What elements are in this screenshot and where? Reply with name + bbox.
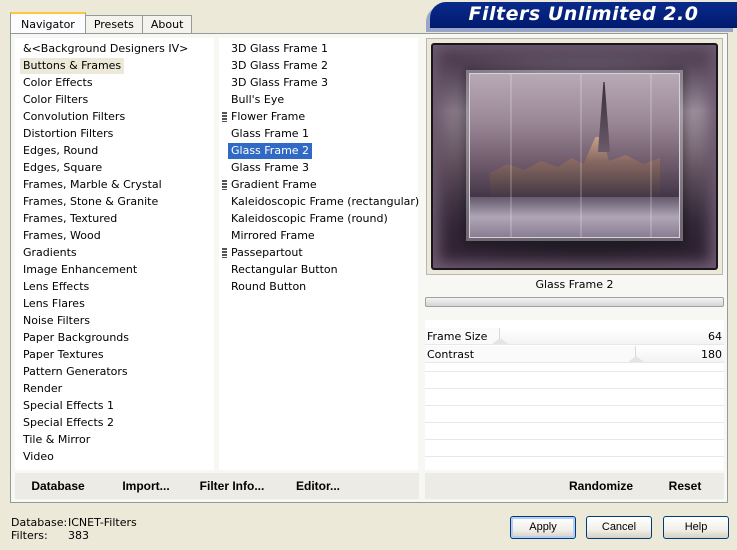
parameter-command-bar: Randomize Reset: [425, 473, 724, 499]
slider-divider: [425, 439, 724, 440]
parameter-sliders: Frame Size 64 Contrast 180: [425, 320, 724, 470]
filter-item[interactable]: 3D Glass Frame 3: [228, 75, 331, 91]
filter-list[interactable]: 3D Glass Frame 1 3D Glass Frame 2 3D Glass…: [219, 38, 419, 470]
category-item[interactable]: Color Effects: [20, 75, 96, 91]
category-item[interactable]: Convolution Filters: [20, 109, 128, 125]
category-item[interactable]: Image Enhancement: [20, 262, 140, 278]
category-item[interactable]: Edges, Round: [20, 143, 101, 159]
slider-label: Frame Size: [427, 330, 488, 343]
filter-item[interactable]: Gradient Frame: [228, 177, 320, 193]
category-item[interactable]: &<Background Designers IV>: [20, 41, 191, 57]
slider-value: 64: [708, 330, 722, 343]
category-item[interactable]: Frames, Textured: [20, 211, 120, 227]
database-label: Database:: [11, 516, 68, 529]
slider-label: Contrast: [427, 348, 475, 361]
category-item[interactable]: Frames, Stone & Granite: [20, 194, 161, 210]
filters-count-value: 383: [68, 529, 89, 542]
category-item[interactable]: Special Effects 2: [20, 415, 117, 431]
filter-item[interactable]: Kaleidoscopic Frame (round): [228, 211, 391, 227]
import-button[interactable]: Import...: [113, 473, 179, 499]
filter-item[interactable]: Rectangular Button: [228, 262, 341, 278]
filter-item[interactable]: 3D Glass Frame 1: [228, 41, 331, 57]
preview-image: [431, 43, 718, 270]
category-list[interactable]: &<Background Designers IV> Buttons & Fram…: [15, 38, 214, 470]
progress-bar: [425, 297, 724, 307]
reset-button[interactable]: Reset: [661, 473, 709, 499]
category-item[interactable]: Render: [20, 381, 65, 397]
preview-glass-overlay: [470, 74, 679, 237]
tab-navigator[interactable]: Navigator: [10, 12, 86, 34]
slider-thumb[interactable]: [628, 356, 644, 362]
filter-item[interactable]: Bull's Eye: [228, 92, 287, 108]
cancel-button[interactable]: Cancel: [586, 516, 652, 539]
tab-bar: Navigator Presets About: [10, 12, 193, 34]
app-title-banner: Filters Unlimited 2.0: [430, 2, 737, 28]
slider-divider: [425, 371, 724, 372]
preview-caption: Glass Frame 2: [535, 278, 614, 291]
category-item[interactable]: Special Effects 1: [20, 398, 117, 414]
param-slider[interactable]: Frame Size 64: [425, 328, 724, 345]
category-item[interactable]: Color Filters: [20, 92, 91, 108]
editor-button[interactable]: Editor...: [290, 473, 346, 499]
preview-area: [426, 38, 723, 275]
help-button[interactable]: Help: [663, 516, 729, 539]
filter-item[interactable]: Kaleidoscopic Frame (rectangular): [228, 194, 422, 210]
command-bar: Database Import... Filter Info... Editor…: [15, 473, 419, 499]
category-item[interactable]: Gradients: [20, 245, 80, 261]
filter-group-marker-icon: [222, 248, 227, 258]
category-item[interactable]: Noise Filters: [20, 313, 93, 329]
slider-thumb[interactable]: [492, 338, 508, 344]
randomize-button[interactable]: Randomize: [563, 473, 639, 499]
category-item[interactable]: Lens Effects: [20, 279, 92, 295]
category-item[interactable]: Video: [20, 449, 57, 465]
slider-divider: [425, 388, 724, 389]
filter-item[interactable]: Glass Frame 2: [228, 143, 313, 159]
filter-item[interactable]: Mirrored Frame: [228, 228, 318, 244]
category-item[interactable]: Distortion Filters: [20, 126, 116, 142]
category-item[interactable]: Pattern Generators: [20, 364, 131, 380]
filter-item[interactable]: Glass Frame 1: [228, 126, 312, 142]
category-item[interactable]: Lens Flares: [20, 296, 88, 312]
database-button[interactable]: Database: [23, 473, 93, 499]
category-item[interactable]: Tile & Mirror: [20, 432, 93, 448]
apply-button[interactable]: Apply: [510, 516, 576, 539]
preview-photo: [469, 73, 680, 238]
category-item[interactable]: Edges, Square: [20, 160, 105, 176]
filter-item[interactable]: Passepartout: [228, 245, 306, 261]
tab-presets[interactable]: Presets: [84, 15, 143, 34]
slider-divider: [425, 456, 724, 457]
filters-count-label: Filters:: [11, 529, 48, 542]
filter-info-button[interactable]: Filter Info...: [197, 473, 267, 499]
category-item[interactable]: Buttons & Frames: [20, 58, 125, 74]
filter-item[interactable]: Glass Frame 3: [228, 160, 312, 176]
category-item[interactable]: Frames, Wood: [20, 228, 104, 244]
slider-value: 180: [701, 348, 722, 361]
filter-item[interactable]: Round Button: [228, 279, 309, 295]
slider-divider: [425, 405, 724, 406]
filter-item[interactable]: Flower Frame: [228, 109, 308, 125]
category-item[interactable]: Paper Backgrounds: [20, 330, 132, 346]
tab-about[interactable]: About: [141, 15, 193, 34]
filter-group-marker-icon: [222, 180, 227, 190]
param-slider[interactable]: Contrast 180: [425, 346, 724, 363]
slider-divider: [425, 422, 724, 423]
category-item[interactable]: Paper Textures: [20, 347, 107, 363]
category-item[interactable]: Frames, Marble & Crystal: [20, 177, 165, 193]
database-value: ICNET-Filters: [68, 516, 137, 529]
filter-item[interactable]: 3D Glass Frame 2: [228, 58, 331, 74]
filter-group-marker-icon: [222, 112, 227, 122]
